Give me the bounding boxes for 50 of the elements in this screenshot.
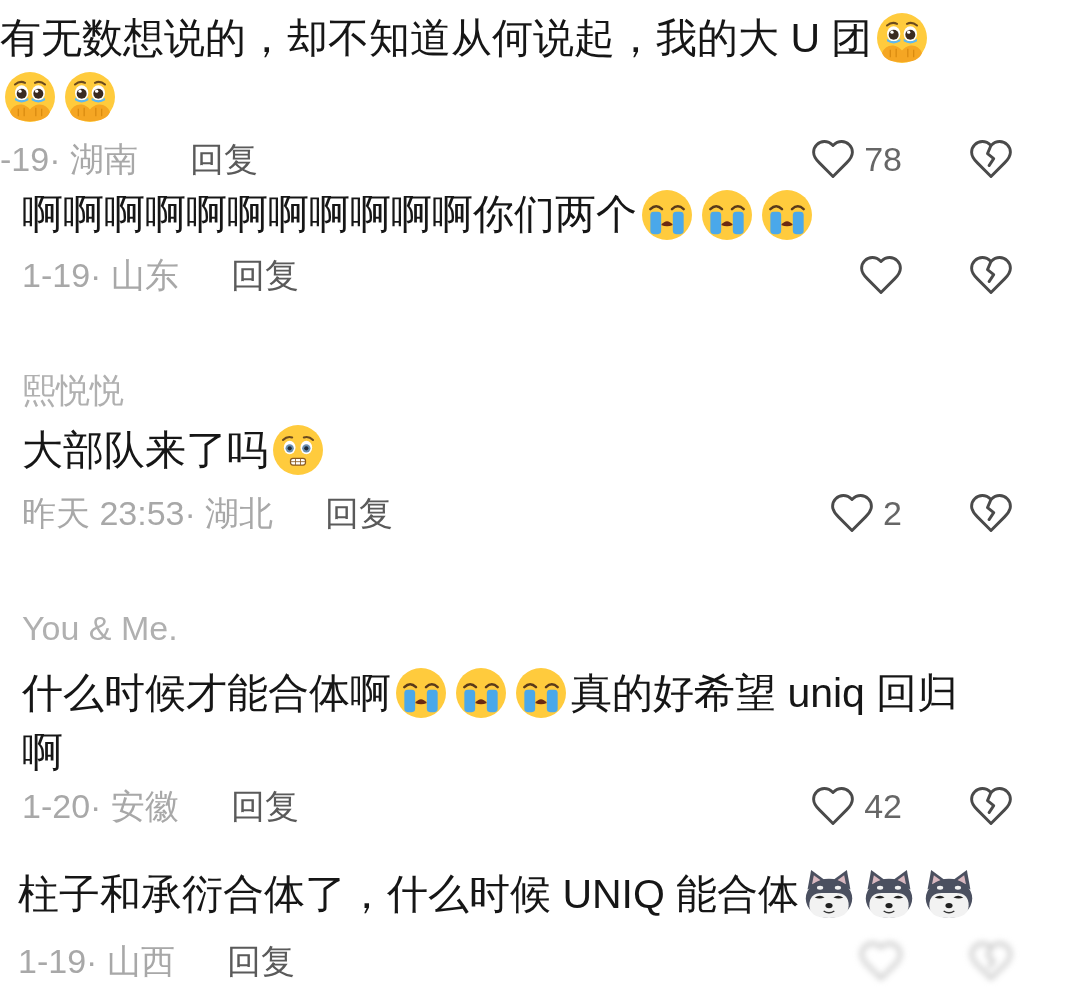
dog-face-icon: [804, 869, 855, 920]
comment-text: 大部队来了吗: [22, 426, 268, 473]
dislike-button[interactable]: [970, 140, 1012, 179]
pleading-face-icon: [65, 72, 115, 123]
heart-icon: [831, 493, 874, 532]
worried-face-icon: [273, 424, 323, 475]
comment-username: You & Me.: [22, 608, 178, 647]
comment-date-location: 1-19· 山西: [18, 941, 175, 983]
comment-date-location: 1-19· 山东: [22, 254, 179, 296]
reply-button[interactable]: 回复: [230, 783, 299, 828]
broken-heart-icon: [970, 786, 1012, 825]
comment-text: 啊啊啊啊啊啊啊啊啊啊啊你们两个: [22, 191, 637, 238]
dog-face-icon: [924, 869, 975, 920]
crying-face-icon: [456, 667, 506, 718]
broken-heart-icon: [970, 255, 1012, 294]
crying-face-icon: [642, 189, 692, 240]
reply-button[interactable]: 回复: [226, 939, 295, 984]
comment-text: 什么时候才能合体啊: [22, 669, 391, 716]
comment-username: 熙悦悦: [22, 370, 124, 409]
comment-text: 柱子和承衍合体了，什么时候 UNIQ 能合体: [18, 870, 800, 917]
comment-text: 啊: [22, 728, 63, 775]
heart-icon: [812, 140, 855, 179]
broken-heart-icon: [970, 493, 1012, 532]
pleading-face-icon: [5, 72, 55, 123]
reply-button[interactable]: 回复: [189, 137, 258, 182]
dislike-button[interactable]: [970, 493, 1012, 532]
crying-face-icon: [762, 189, 812, 240]
broken-heart-icon: [970, 942, 1012, 981]
like-button[interactable]: 78: [812, 137, 902, 182]
reply-button[interactable]: 回复: [325, 490, 394, 535]
reply-button[interactable]: 回复: [230, 252, 299, 297]
comment-date-location: 1-20· 安徽: [22, 785, 179, 827]
comment-text: 真的好希望 uniq 回归: [571, 669, 959, 716]
heart-icon: [812, 786, 855, 825]
like-button[interactable]: 2: [831, 490, 902, 535]
dog-face-icon: [864, 869, 915, 920]
broken-heart-icon: [970, 140, 1012, 179]
crying-face-icon: [396, 667, 446, 718]
like-button[interactable]: [860, 255, 902, 294]
crying-face-icon: [516, 667, 566, 718]
comment-text: 有无数想说的，却不知道从何说起，我的大 U 团: [0, 15, 873, 61]
comment-date-location: -19· 湖南: [0, 139, 138, 181]
dislike-button[interactable]: [970, 255, 1012, 294]
dislike-button[interactable]: [970, 786, 1012, 825]
like-button[interactable]: 42: [812, 783, 902, 828]
crying-face-icon: [702, 189, 752, 240]
comment-date-location: 昨天 23:53· 湖北: [22, 492, 274, 534]
heart-icon: [860, 942, 902, 981]
heart-icon: [860, 255, 902, 294]
pleading-face-icon: [877, 13, 928, 64]
